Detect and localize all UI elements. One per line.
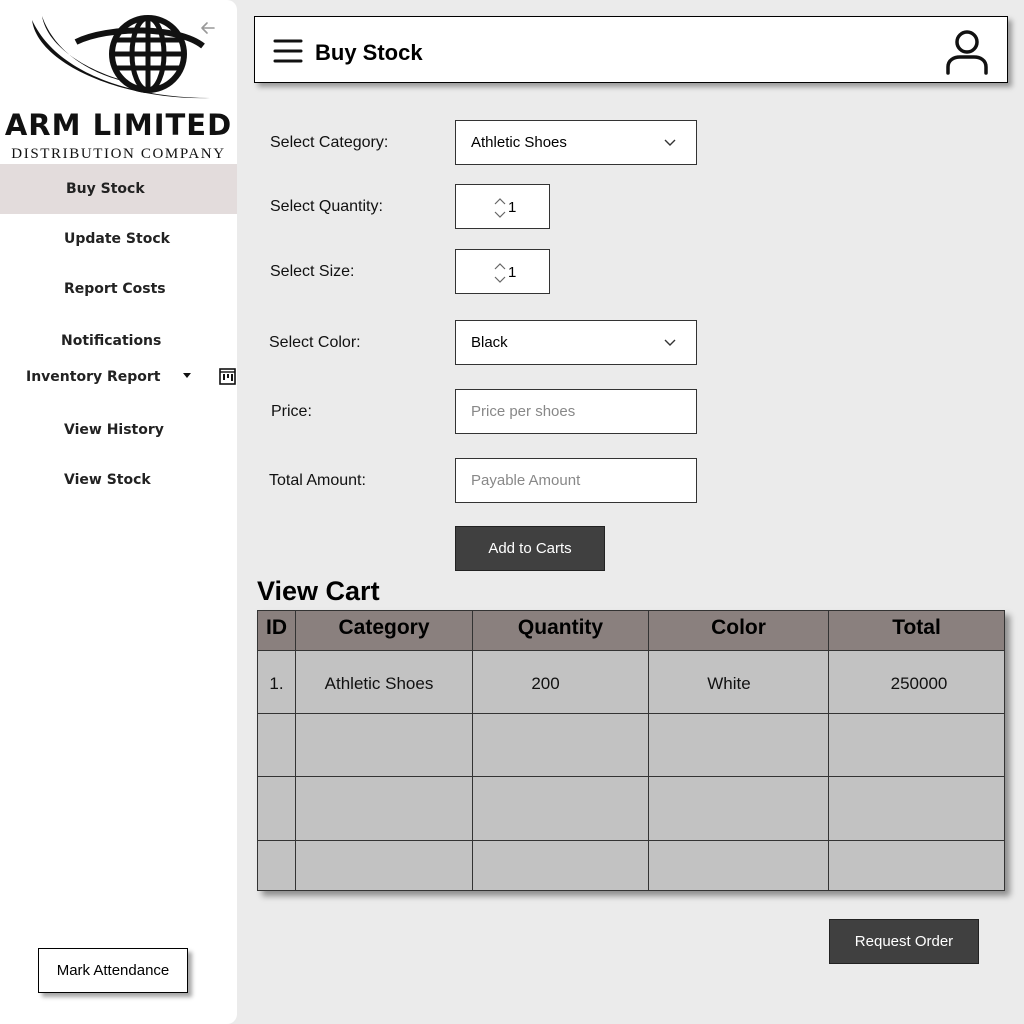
sidebar-item-inventory-report[interactable]: Inventory Report [0,352,237,402]
cell-color: White [707,674,751,693]
menu-icon[interactable] [273,38,303,64]
sidebar: ARM LIMITED DISTRIBUTION COMPANY Buy Sto… [0,0,237,1024]
sidebar-item-view-stock[interactable]: View Stock [0,455,237,505]
quantity-label: Select Quantity: [270,198,383,215]
sidebar-item-label: Buy Stock [66,181,145,197]
cell-total: 250000 [890,674,948,693]
globe-logo-icon [32,15,210,99]
cart-title: View Cart [257,576,380,606]
price-placeholder: Price per shoes [471,403,576,420]
sidebar-item-label: Update Stock [64,231,170,247]
chevron-down-icon [664,339,676,346]
quantity-stepper[interactable]: 1 [455,184,550,229]
category-select[interactable]: Athletic Shoes [455,120,697,165]
price-label: Price: [271,403,312,420]
sidebar-item-view-history[interactable]: View History [0,405,237,455]
color-select[interactable]: Black [455,320,697,365]
size-label: Select Size: [270,263,355,280]
sidebar-item-label: Notifications [61,333,162,349]
quantity-value: 1 [508,199,517,216]
cell-category: Athletic Shoes [324,674,434,693]
total-amount-placeholder: Payable Amount [471,472,581,489]
sidebar-item-label: View Stock [64,472,151,488]
page-title: Buy Stock [315,40,423,65]
chevron-down-icon [664,139,676,146]
sidebar-item-label: View History [64,422,164,438]
size-stepper[interactable]: 1 [455,249,550,294]
color-label: Select Color: [269,334,361,351]
cart-table: ID Category Quantity Color Total 1. Athl… [257,610,1005,891]
total-amount-label: Total Amount: [269,472,366,489]
mark-attendance-button[interactable]: Mark Attendance [38,948,188,993]
sidebar-item-report-costs[interactable]: Report Costs [0,264,237,314]
price-input[interactable]: Price per shoes [455,389,697,434]
category-value: Athletic Shoes [471,134,567,151]
sidebar-item-update-stock[interactable]: Update Stock [0,214,237,264]
request-order-button[interactable]: Request Order [829,919,979,964]
sidebar-item-label: Report Costs [64,281,166,297]
sidebar-item-label: Inventory Report [26,369,161,385]
stepper-arrows-icon[interactable] [493,262,507,284]
color-value: Black [471,334,508,351]
stepper-arrows-icon[interactable] [493,197,507,219]
add-to-cart-button[interactable]: Add to Carts [455,526,605,571]
page-header: Buy Stock [254,16,1008,83]
category-label: Select Category: [270,134,389,151]
brand-tagline: DISTRIBUTION COMPANY [11,146,226,162]
total-amount-input[interactable]: Payable Amount [455,458,697,503]
caret-down-icon[interactable] [183,373,191,378]
column-header-quantity: Quantity [517,616,604,639]
column-header-category: Category [338,616,430,639]
brand-name: ARM LIMITED [4,108,233,142]
back-arrow-icon[interactable] [198,18,218,38]
column-header-id: ID [266,616,287,639]
user-icon[interactable] [945,29,989,75]
column-header-color: Color [711,616,766,639]
sidebar-item-buy-stock[interactable]: Buy Stock [0,164,237,214]
column-header-total: Total [892,616,941,639]
size-value: 1 [508,264,517,281]
kanban-board-icon[interactable] [219,368,236,385]
cell-id: 1. [269,674,284,693]
cell-quantity: 200 [531,674,560,693]
